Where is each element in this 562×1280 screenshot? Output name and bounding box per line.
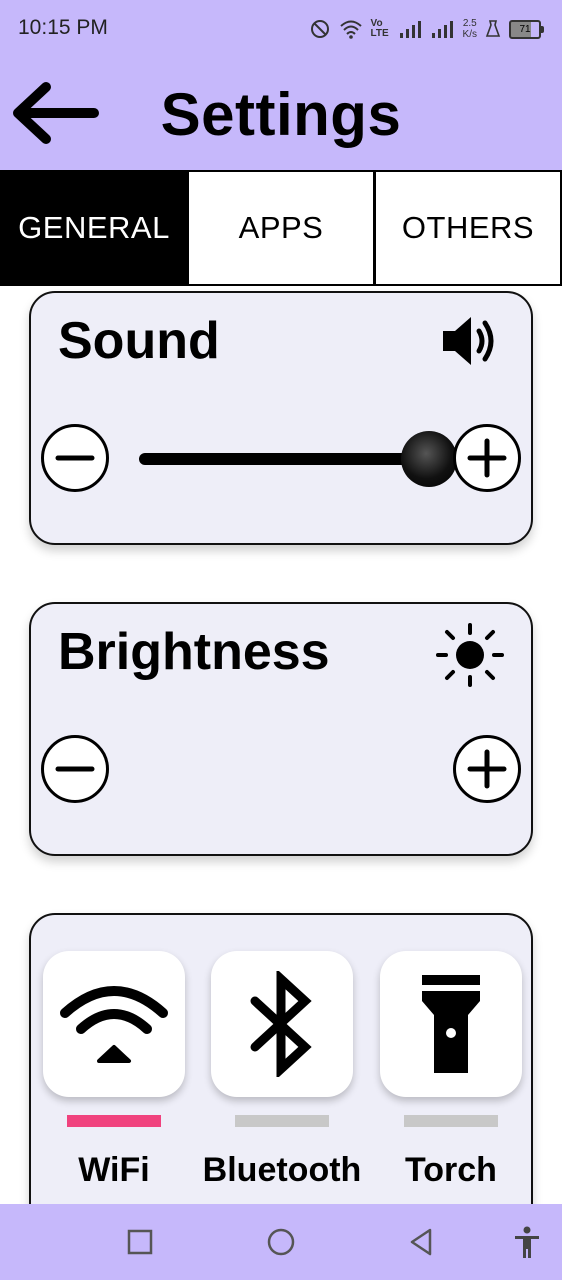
network-type: Vo LTE (370, 18, 389, 39)
network-speed-unit: K/s (462, 29, 477, 40)
signal-icon (399, 21, 421, 38)
sound-title: Sound (58, 312, 220, 370)
torch-status-indicator (404, 1115, 498, 1127)
sound-decrease-button[interactable] (41, 424, 109, 492)
torch-toggle[interactable] (380, 951, 522, 1097)
brightness-title: Brightness (58, 623, 330, 681)
battery-icon: 71 (509, 19, 544, 39)
app-bar: Settings (0, 58, 562, 170)
status-icons: Vo LTE 2.5 K/s 71 (309, 14, 544, 44)
minus-icon (55, 766, 95, 772)
sound-card: Sound (29, 291, 533, 545)
sound-slider-track[interactable] (139, 431, 457, 487)
bluetooth-label: Bluetooth (202, 1151, 362, 1189)
wifi-status-indicator (67, 1115, 161, 1127)
wifi-label: WiFi (78, 1151, 150, 1189)
bluetooth-toggle[interactable] (211, 951, 353, 1097)
sound-increase-button[interactable] (453, 424, 521, 492)
sun-icon (436, 623, 504, 687)
minus-icon (55, 455, 95, 461)
circle-icon (267, 1228, 295, 1256)
brightness-card: Brightness (29, 602, 533, 856)
alarm-icon (485, 20, 501, 37)
plus-icon (467, 438, 507, 478)
square-icon (127, 1229, 153, 1255)
tab-bar: GENERAL APPS OTHERS (0, 170, 562, 286)
triangle-back-icon (410, 1228, 432, 1256)
page-title: Settings (160, 81, 402, 148)
status-bar: 10:15 PM Vo LTE 2.5 K/s 71 (0, 0, 562, 58)
wifi-icon (60, 986, 168, 1063)
bluetooth-status-indicator (235, 1115, 329, 1127)
signal-icon (431, 21, 453, 38)
navigation-bar (0, 1204, 562, 1280)
brightness-increase-button[interactable] (453, 735, 521, 803)
tab-apps[interactable]: APPS (188, 170, 375, 286)
home-button[interactable] (261, 1222, 301, 1262)
tab-general[interactable]: GENERAL (0, 170, 188, 286)
brightness-decrease-button[interactable] (41, 735, 109, 803)
status-time: 10:15 PM (18, 16, 108, 39)
flashlight-icon (422, 975, 480, 1073)
network-speed-value: 2.5 (462, 18, 477, 29)
accessibility-icon (515, 1226, 539, 1258)
network-speed: 2.5 K/s (463, 18, 477, 40)
tab-others[interactable]: OTHERS (375, 170, 562, 286)
wifi-toggle[interactable] (43, 951, 185, 1097)
battery-level: 71 (519, 23, 531, 35)
accessibility-button[interactable] (507, 1222, 547, 1262)
recents-button[interactable] (120, 1222, 160, 1262)
quick-toggles-card: WiFi Bluetooth Torch (29, 913, 533, 1243)
sound-slider-thumb[interactable] (401, 431, 457, 487)
wifi-icon (339, 20, 362, 39)
torch-label: Torch (405, 1151, 497, 1189)
speaker-icon (443, 317, 494, 365)
bluetooth-icon (250, 971, 312, 1077)
dnd-icon (310, 20, 329, 38)
back-nav-button[interactable] (402, 1222, 442, 1262)
plus-icon (467, 749, 507, 789)
